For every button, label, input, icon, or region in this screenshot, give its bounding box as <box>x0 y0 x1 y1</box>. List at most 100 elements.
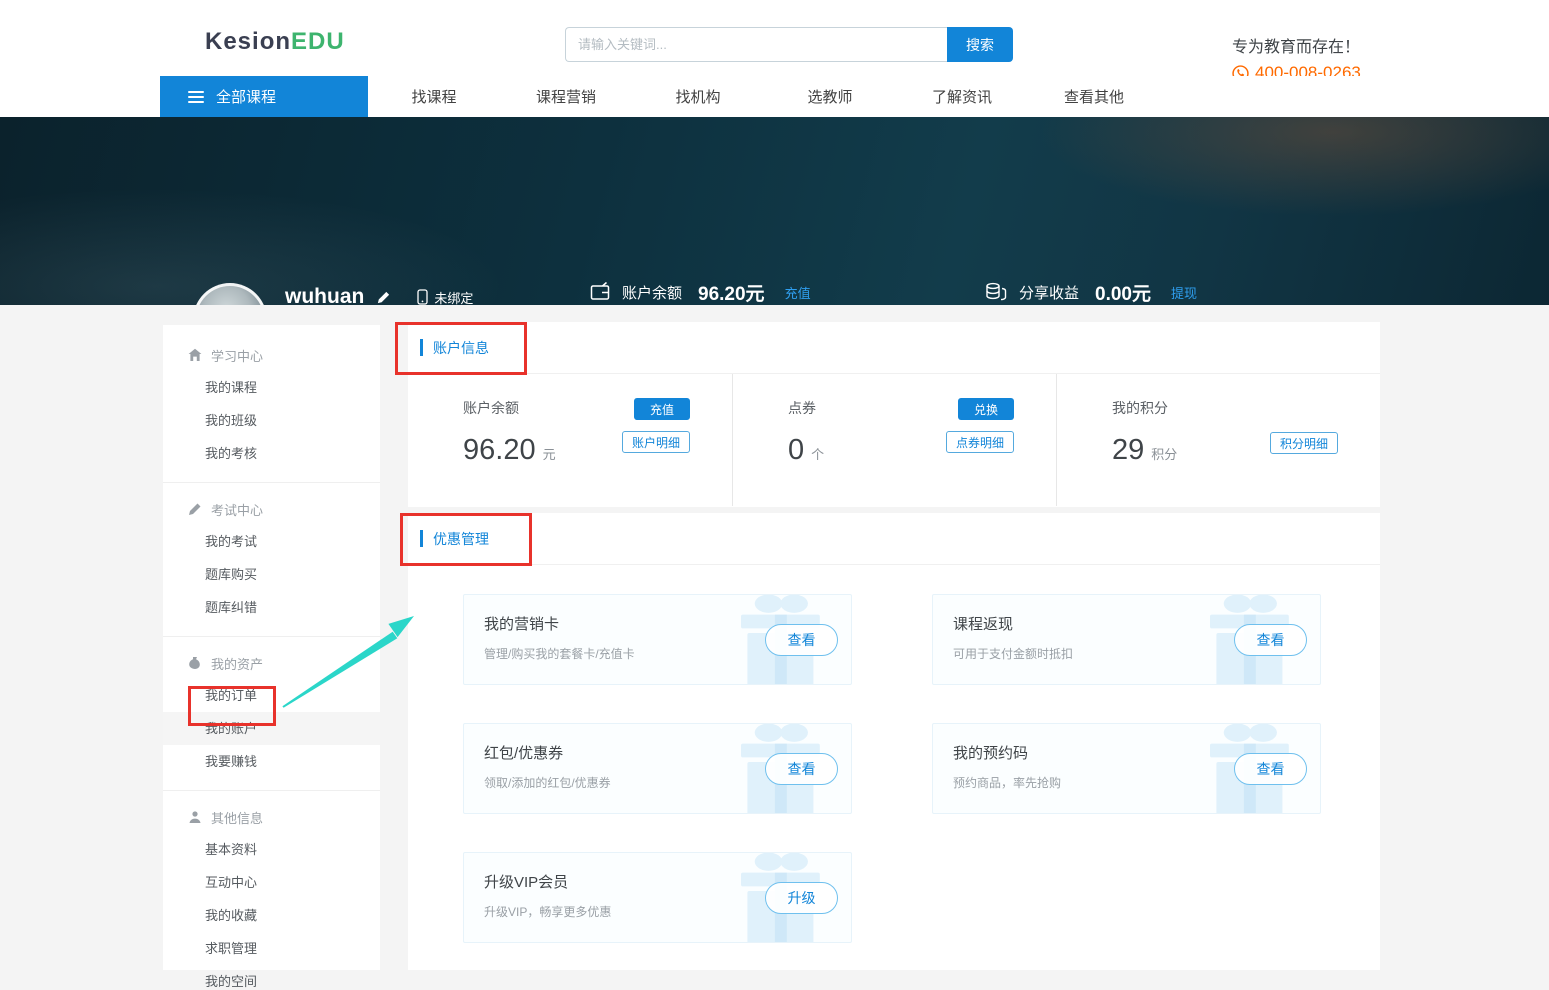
balance-column: 账户余额 96.20元 充值 账户明细 <box>408 374 732 506</box>
nav-item-find-course[interactable]: 找课程 <box>368 76 500 117</box>
nav-item-others[interactable]: 查看其他 <box>1028 76 1160 117</box>
view-marketing-cards-button[interactable]: 查看 <box>765 624 838 656</box>
sidebar-item-question-bank-correction[interactable]: 题库纠错 <box>163 591 380 624</box>
card-desc: 升级VIP，畅享更多优惠 <box>484 903 611 920</box>
sidebar-section-title: 我的资产 <box>163 647 380 679</box>
sidebar-item-my-space[interactable]: 我的空间 <box>163 965 380 990</box>
card-desc: 领取/添加的红包/优惠券 <box>484 774 611 791</box>
nav-item-news[interactable]: 了解资讯 <box>896 76 1028 117</box>
card-desc: 预约商品，率先抢购 <box>953 774 1061 791</box>
recharge-link[interactable]: 充值 <box>785 283 811 302</box>
user-icon <box>188 810 202 824</box>
sidebar: 学习中心 我的课程 我的班级 我的考核 考试中心 我的考试 题库购买 题库纠错 … <box>163 325 380 970</box>
sidebar-section-label: 其他信息 <box>211 808 263 827</box>
main-nav: 全部课程 找课程 课程营销 找机构 选教师 了解资讯 查看其他 <box>0 76 1549 117</box>
section-bar <box>420 530 423 547</box>
sidebar-item-my-courses[interactable]: 我的课程 <box>163 371 380 404</box>
view-reservation-button[interactable]: 查看 <box>1234 753 1307 785</box>
coins-stack-icon <box>983 280 1009 304</box>
nav-active-label: 全部课程 <box>216 86 276 107</box>
card-marketing-cards: 我的营销卡 管理/购买我的套餐卡/充值卡 查看 <box>463 594 852 685</box>
view-cashback-button[interactable]: 查看 <box>1234 624 1307 656</box>
nav-item-all-courses[interactable]: 全部课程 <box>160 76 368 117</box>
sidebar-item-my-exams[interactable]: 我的考试 <box>163 525 380 558</box>
card-desc: 可用于支付金额时抵扣 <box>953 645 1073 662</box>
search-bar: 搜索 <box>565 27 1013 62</box>
wallet-icon <box>588 280 612 304</box>
sidebar-section-assets: 我的资产 我的订单 我的账户 我要赚钱 <box>163 637 380 791</box>
stat-share-income: 分享收益 0.00元 提现 <box>983 277 1218 305</box>
bind-status-row[interactable]: 未绑定 <box>417 288 473 306</box>
nav-item-find-institution[interactable]: 找机构 <box>632 76 764 117</box>
card-title: 我的营销卡 <box>484 613 559 634</box>
stat-value: 0.00元 <box>1095 279 1151 306</box>
section-title: 账户信息 <box>433 338 489 358</box>
balance-label: 账户余额 <box>463 398 556 418</box>
search-button[interactable]: 搜索 <box>947 27 1013 62</box>
hamburger-icon <box>188 91 204 103</box>
sidebar-item-my-account[interactable]: 我的账户 <box>163 712 380 745</box>
recharge-button[interactable]: 充值 <box>634 398 690 420</box>
header: KesionEDU 搜索 专为教育而存在！ 400-008-0263 全部课程 … <box>0 0 1549 117</box>
points-detail-button[interactable]: 积分明细 <box>1270 432 1338 454</box>
stat-value: 96.20元 <box>698 279 765 306</box>
exchange-button[interactable]: 兑换 <box>958 398 1014 420</box>
promo-header: 优惠管理 <box>408 513 1380 565</box>
tagline: 专为教育而存在！ <box>1232 33 1361 57</box>
points-column: 我的积分 29积分 积分明细 <box>1056 374 1380 506</box>
stat-label: 账户余额 <box>622 282 682 303</box>
sidebar-section-learning: 学习中心 我的课程 我的班级 我的考核 <box>163 329 380 483</box>
card-desc: 管理/购买我的套餐卡/充值卡 <box>484 645 635 662</box>
sidebar-item-my-favorites[interactable]: 我的收藏 <box>163 899 380 932</box>
banner-stats-left: 账户余额 96.20元 充值 $ 点券 0个 兑换 <box>588 277 811 305</box>
sidebar-section-other: 其他信息 基本资料 互动中心 我的收藏 求职管理 我的空间 <box>163 791 380 990</box>
bind-status: 未绑定 <box>434 288 473 306</box>
card-title: 红包/优惠券 <box>484 742 563 763</box>
upgrade-vip-button[interactable]: 升级 <box>765 882 838 914</box>
account-detail-button[interactable]: 账户明细 <box>622 431 690 453</box>
logo-text-kesion: Kesion <box>205 28 291 55</box>
logo[interactable]: KesionEDU <box>205 28 345 56</box>
coupon-value: 0个 <box>788 434 824 467</box>
sidebar-section-label: 考试中心 <box>211 500 263 519</box>
sidebar-item-job-management[interactable]: 求职管理 <box>163 932 380 965</box>
search-input[interactable] <box>565 27 947 62</box>
balance-unit: 元 <box>543 447 556 462</box>
sidebar-item-earn-money[interactable]: 我要赚钱 <box>163 745 380 778</box>
sidebar-item-basic-profile[interactable]: 基本资料 <box>163 833 380 866</box>
section-bar <box>420 339 423 356</box>
nav-items: 找课程 课程营销 找机构 选教师 了解资讯 查看其他 <box>368 76 1160 117</box>
sidebar-section-exam: 考试中心 我的考试 题库购买 题库纠错 <box>163 483 380 637</box>
avatar[interactable] <box>193 283 267 305</box>
sidebar-item-interaction-center[interactable]: 互动中心 <box>163 866 380 899</box>
stat-label: 分享收益 <box>1019 282 1079 303</box>
username: wuhuan <box>285 285 364 305</box>
edit-name-icon[interactable] <box>376 290 391 305</box>
withdraw-link[interactable]: 提现 <box>1171 283 1197 302</box>
user-banner: wuhuan 未绑定 VIP会员 已签到 | 签到记录 账户余额 96.20元 … <box>0 117 1549 305</box>
sidebar-section-title: 其他信息 <box>163 801 380 833</box>
sidebar-item-my-assessment[interactable]: 我的考核 <box>163 437 380 470</box>
sidebar-section-label: 我的资产 <box>211 654 263 673</box>
sidebar-item-my-classes[interactable]: 我的班级 <box>163 404 380 437</box>
coupon-detail-button[interactable]: 点券明细 <box>946 431 1014 453</box>
promo-card-section: 优惠管理 我的营销卡 管理/购买我的套餐卡/充值卡 查看 课程返现 可用于支付金… <box>408 513 1380 970</box>
nav-item-choose-teacher[interactable]: 选教师 <box>764 76 896 117</box>
account-info-row: 账户余额 96.20元 充值 账户明细 点券 0个 兑换 点券明细 <box>408 374 1380 506</box>
card-title: 课程返现 <box>953 613 1013 634</box>
account-info-card: 账户信息 账户余额 96.20元 充值 账户明细 点券 0个 兑换 <box>408 322 1380 507</box>
sidebar-item-my-orders[interactable]: 我的订单 <box>163 679 380 712</box>
coupon-unit: 个 <box>811 447 824 462</box>
card-title: 我的预约码 <box>953 742 1028 763</box>
account-info-header: 账户信息 <box>408 322 1380 374</box>
page: KesionEDU 搜索 专为教育而存在！ 400-008-0263 全部课程 … <box>0 0 1549 990</box>
promo-grid: 我的营销卡 管理/购买我的套餐卡/充值卡 查看 课程返现 可用于支付金额时抵扣 … <box>408 565 1380 943</box>
user-info: wuhuan 未绑定 VIP会员 已签到 | 签到记录 <box>285 285 473 305</box>
sidebar-item-question-bank-purchase[interactable]: 题库购买 <box>163 558 380 591</box>
nav-item-course-marketing[interactable]: 课程营销 <box>500 76 632 117</box>
view-coupons-button[interactable]: 查看 <box>765 753 838 785</box>
card-upgrade-vip: 升级VIP会员 升级VIP，畅享更多优惠 升级 <box>463 852 852 943</box>
points-label: 我的积分 <box>1112 398 1177 418</box>
banner-stats-right: 分享收益 0.00元 提现 总积分 29分 可用积分22分 <box>983 277 1218 305</box>
sidebar-section-label: 学习中心 <box>211 346 263 365</box>
